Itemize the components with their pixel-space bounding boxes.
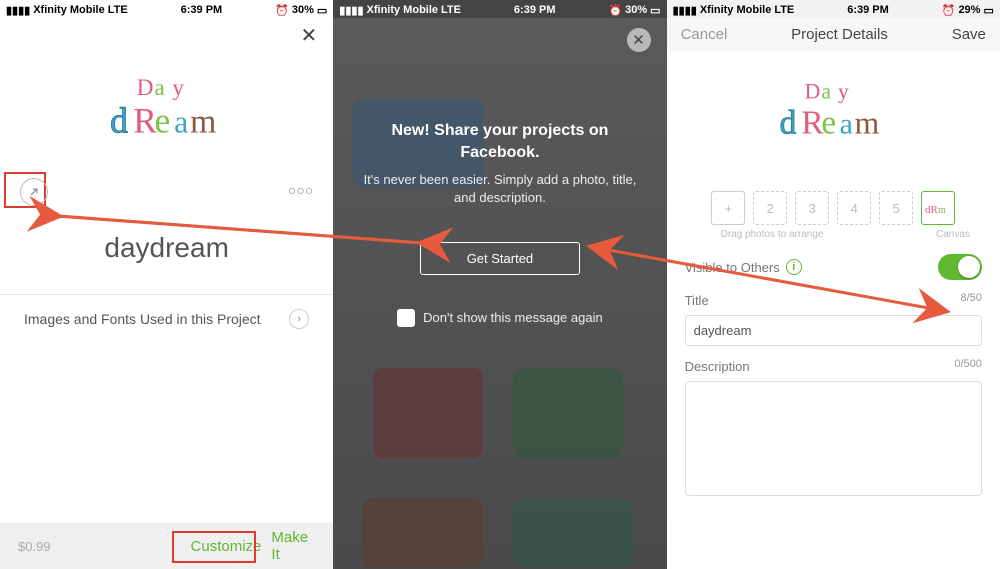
clock-label: 6:39 PM <box>514 4 556 16</box>
svg-text:m: m <box>855 105 880 140</box>
bg-tile <box>373 368 483 458</box>
svg-text:a: a <box>154 74 164 100</box>
title-field-label: Title <box>685 293 709 308</box>
status-bar: ▮▮▮▮ Xfinity Mobile LTE 6:39 PM ⏰ 30% ▭ <box>333 0 666 18</box>
photo-slot-3[interactable]: 3 <box>795 191 829 225</box>
network-label: LTE <box>774 4 794 16</box>
screen-project-preview: ▮▮▮▮ Xfinity Mobile LTE 6:39 PM ⏰ 30% ▭ … <box>0 0 333 569</box>
bg-tile <box>513 368 623 458</box>
make-it-button[interactable]: Make It <box>271 529 315 563</box>
svg-text:dR: dR <box>925 204 939 216</box>
project-title: daydream <box>0 232 333 295</box>
battery-icon: ▭ <box>650 4 660 17</box>
price-label: $0.99 <box>18 539 51 554</box>
modal-subtext: It's never been easier. Simply add a pho… <box>363 171 636 207</box>
alarm-icon: ⏰ <box>275 4 289 17</box>
network-label: LTE <box>108 4 128 16</box>
photo-thumbnails: + 2 3 4 5 dRm <box>667 191 1000 225</box>
add-photo-button[interactable]: + <box>711 191 745 225</box>
modal-close-button[interactable]: ✕ <box>627 28 651 52</box>
svg-text:d: d <box>780 104 797 141</box>
svg-text:y: y <box>172 74 184 100</box>
title-char-counter: 8/50 <box>960 292 981 304</box>
more-options-button[interactable]: ○○○ <box>288 182 313 198</box>
svg-text:D: D <box>136 74 153 100</box>
signal-icon: ▮▮▮▮ <box>339 4 363 17</box>
description-input[interactable] <box>685 381 982 496</box>
alarm-icon: ⏰ <box>942 4 956 17</box>
svg-text:y: y <box>838 79 849 103</box>
battery-percent: 29% <box>958 4 980 16</box>
canvas-label: Canvas <box>936 229 970 240</box>
nav-bar: Cancel Project Details Save <box>667 18 1000 51</box>
title-input[interactable] <box>685 315 982 346</box>
description-field-label: Description <box>685 359 750 374</box>
signal-icon: ▮▮▮▮ <box>6 4 30 17</box>
clock-label: 6:39 PM <box>181 4 223 16</box>
svg-text:a: a <box>840 107 853 140</box>
modal-heading: New! Share your projects on Facebook. <box>363 120 636 163</box>
bg-tile <box>363 498 483 568</box>
battery-percent: 30% <box>625 4 647 16</box>
close-button[interactable]: ✕ <box>301 26 318 46</box>
visible-to-others-label: Visible to Others <box>685 260 780 275</box>
alarm-icon: ⏰ <box>608 4 622 17</box>
signal-icon: ▮▮▮▮ <box>673 4 697 17</box>
images-fonts-row[interactable]: Images and Fonts Used in this Project › <box>0 295 333 343</box>
share-arrow-icon <box>27 185 41 199</box>
dont-show-label: Don't show this message again <box>423 310 603 325</box>
status-bar: ▮▮▮▮ Xfinity Mobile LTE 6:39 PM ⏰ 30% ▭ <box>0 0 333 18</box>
carrier-label: Xfinity Mobile <box>367 4 439 16</box>
bottom-action-bar: $0.99 Customize Make It <box>0 523 333 569</box>
visible-toggle[interactable] <box>938 254 982 280</box>
svg-text:a: a <box>174 104 188 140</box>
save-button[interactable]: Save <box>952 26 986 43</box>
photo-slot-4[interactable]: 4 <box>837 191 871 225</box>
svg-text:m: m <box>190 104 216 141</box>
carrier-label: Xfinity Mobile <box>700 4 772 16</box>
images-fonts-label: Images and Fonts Used in this Project <box>24 311 261 327</box>
svg-text:d: d <box>110 101 128 141</box>
project-artwork: d R e a m D a y <box>758 65 908 165</box>
battery-percent: 30% <box>292 4 314 16</box>
battery-icon: ▭ <box>983 4 993 17</box>
svg-text:R: R <box>133 101 157 141</box>
project-artwork: d R e a m D a y <box>87 58 247 168</box>
get-started-button[interactable]: Get Started <box>420 242 580 275</box>
network-label: LTE <box>441 4 461 16</box>
battery-icon: ▭ <box>317 4 327 17</box>
bg-tile <box>513 498 633 568</box>
svg-text:e: e <box>822 104 837 141</box>
status-bar: ▮▮▮▮ Xfinity Mobile LTE 6:39 PM ⏰ 29% ▭ <box>667 0 1000 18</box>
cancel-button[interactable]: Cancel <box>681 26 728 43</box>
canvas-thumbnail[interactable]: dRm <box>921 191 955 225</box>
svg-text:D: D <box>805 79 821 103</box>
carrier-label: Xfinity Mobile <box>33 4 105 16</box>
annotation-highlight-customize <box>172 531 256 563</box>
svg-text:e: e <box>154 101 170 141</box>
share-button[interactable] <box>20 178 48 206</box>
description-char-counter: 0/500 <box>954 358 982 370</box>
svg-text:m: m <box>938 205 946 216</box>
photo-slot-2[interactable]: 2 <box>753 191 787 225</box>
info-icon[interactable]: i <box>786 259 802 275</box>
screen-project-details: ▮▮▮▮ Xfinity Mobile LTE 6:39 PM ⏰ 29% ▭ … <box>667 0 1000 569</box>
photo-slot-5[interactable]: 5 <box>879 191 913 225</box>
drag-hint-label: Drag photos to arrange <box>721 229 824 240</box>
clock-label: 6:39 PM <box>847 4 889 16</box>
svg-text:a: a <box>822 79 832 103</box>
page-title: Project Details <box>791 26 888 43</box>
chevron-right-icon: › <box>289 309 309 329</box>
screen-share-modal: ▮▮▮▮ Xfinity Mobile LTE 6:39 PM ⏰ 30% ▭ … <box>333 0 666 569</box>
dont-show-checkbox[interactable] <box>397 309 415 327</box>
